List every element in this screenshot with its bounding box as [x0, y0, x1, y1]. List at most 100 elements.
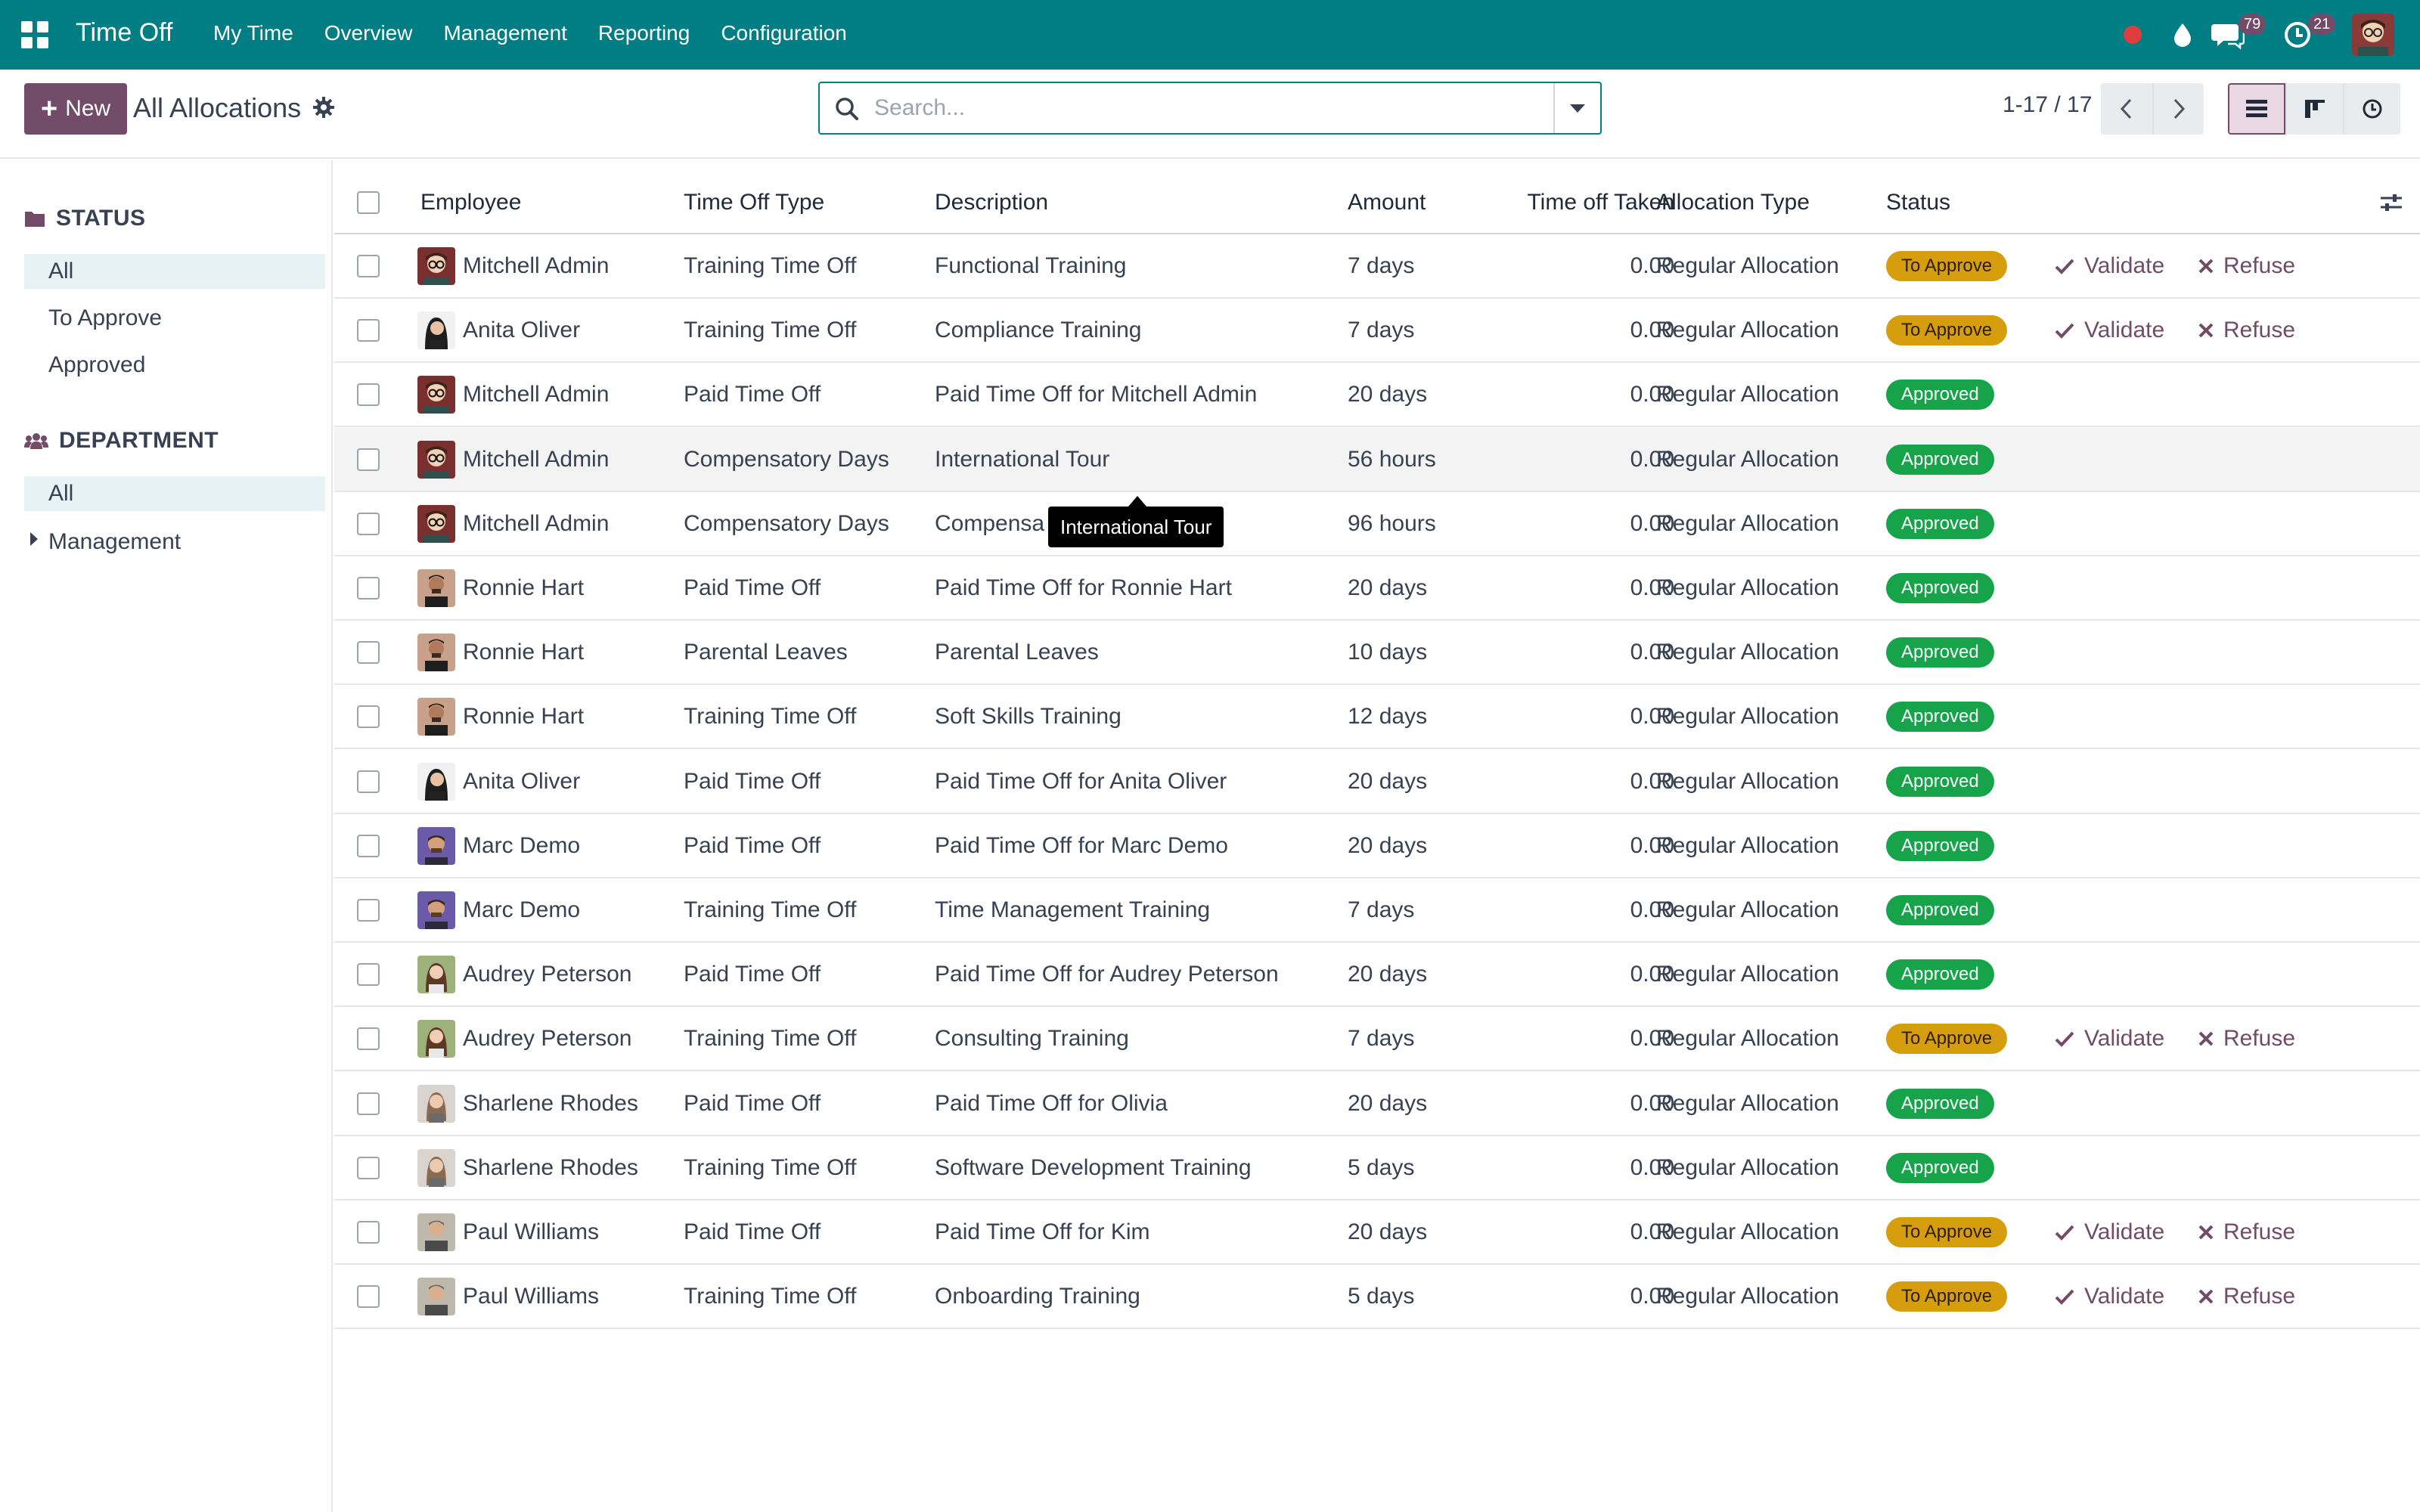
- column-allocation-type[interactable]: Allocation Type: [1656, 171, 1810, 234]
- table-row[interactable]: Audrey Peterson Training Time Off Consulti…: [334, 1007, 2420, 1072]
- employee-name[interactable]: Anita Oliver: [463, 769, 580, 795]
- refuse-button[interactable]: Refuse: [2198, 318, 2295, 343]
- table-row[interactable]: Mitchell Admin Compensatory Days Internati…: [334, 427, 2420, 492]
- optional-columns-icon[interactable]: [2378, 189, 2405, 216]
- menu-configuration[interactable]: Configuration: [721, 21, 847, 45]
- employee-name[interactable]: Paul Williams: [463, 1219, 599, 1245]
- table-row[interactable]: Anita Oliver Training Time Off Compliance …: [334, 299, 2420, 364]
- table-row[interactable]: Sharlene Rhodes Paid Time Off Paid Time Of…: [334, 1072, 2420, 1136]
- refuse-button[interactable]: Refuse: [2198, 1026, 2295, 1052]
- menu-overview[interactable]: Overview: [324, 21, 413, 45]
- status-filter-to-approve[interactable]: To Approve: [24, 301, 325, 336]
- apps-menu-icon[interactable]: [21, 21, 48, 48]
- row-checkbox[interactable]: [357, 1092, 380, 1115]
- gear-icon[interactable]: [312, 95, 336, 119]
- table-row[interactable]: Anita Oliver Paid Time Off Paid Time Off f…: [334, 750, 2420, 814]
- pager-value[interactable]: 1-17 / 17: [2003, 92, 2092, 118]
- row-checkbox[interactable]: [357, 1221, 380, 1244]
- app-brand[interactable]: Time Off: [76, 18, 172, 48]
- row-checkbox[interactable]: [357, 577, 380, 600]
- table-row[interactable]: Marc Demo Training Time Off Time Managemen…: [334, 878, 2420, 943]
- employee-name[interactable]: Ronnie Hart: [463, 640, 584, 665]
- validate-label: Validate: [2084, 1026, 2165, 1052]
- status-badge: Approved: [1886, 830, 1994, 861]
- new-button[interactable]: + New: [24, 83, 128, 135]
- user-avatar[interactable]: [2352, 14, 2394, 56]
- column-description[interactable]: Description: [935, 171, 1048, 234]
- employee-name[interactable]: Mitchell Admin: [463, 253, 609, 279]
- row-checkbox[interactable]: [357, 834, 380, 857]
- search-input[interactable]: [874, 91, 1525, 125]
- table-row[interactable]: Ronnie Hart Paid Time Off Paid Time Off fo…: [334, 556, 2420, 621]
- department-filter-management[interactable]: Management: [24, 525, 325, 559]
- employee-name[interactable]: Marc Demo: [463, 833, 580, 859]
- employee-name[interactable]: Mitchell Admin: [463, 447, 609, 472]
- employee-name[interactable]: Sharlene Rhodes: [463, 1155, 638, 1181]
- refuse-button[interactable]: Refuse: [2198, 1284, 2295, 1309]
- validate-button[interactable]: Validate: [2054, 253, 2164, 279]
- row-checkbox[interactable]: [357, 1156, 380, 1179]
- table-row[interactable]: Mitchell Admin Compensatory Days Compensa 9…: [334, 492, 2420, 556]
- row-checkbox[interactable]: [357, 512, 380, 535]
- employee-name[interactable]: Audrey Peterson: [463, 962, 631, 987]
- table-row[interactable]: Ronnie Hart Parental Leaves Parental Leave…: [334, 621, 2420, 686]
- row-checkbox[interactable]: [357, 641, 380, 665]
- menu-reporting[interactable]: Reporting: [598, 21, 690, 45]
- time-off-taken: 0.00: [1630, 575, 1674, 600]
- table-row[interactable]: Marc Demo Paid Time Off Paid Time Off for …: [334, 814, 2420, 878]
- column-employee[interactable]: Employee: [420, 171, 521, 234]
- row-checkbox[interactable]: [357, 899, 380, 922]
- employee-name[interactable]: Sharlene Rhodes: [463, 1091, 638, 1117]
- row-checkbox[interactable]: [357, 705, 380, 729]
- select-all-checkbox[interactable]: [357, 191, 380, 214]
- kanban-view-button[interactable]: [2285, 83, 2343, 135]
- table-row[interactable]: Audrey Peterson Paid Time Off Paid Time Of…: [334, 943, 2420, 1008]
- employee-name[interactable]: Mitchell Admin: [463, 382, 609, 407]
- refuse-button[interactable]: Refuse: [2198, 253, 2295, 279]
- employee-avatar: [417, 1213, 455, 1251]
- row-checkbox[interactable]: [357, 963, 380, 987]
- row-checkbox[interactable]: [357, 448, 380, 471]
- employee-name[interactable]: Marc Demo: [463, 897, 580, 923]
- table-row[interactable]: Mitchell Admin Training Time Off Functiona…: [334, 234, 2420, 299]
- table-row[interactable]: Sharlene Rhodes Training Time Off Software…: [334, 1136, 2420, 1201]
- row-checkbox[interactable]: [357, 255, 380, 277]
- row-checkbox[interactable]: [357, 1285, 380, 1309]
- list-view-button[interactable]: [2228, 83, 2285, 135]
- validate-button[interactable]: Validate: [2054, 318, 2164, 343]
- validate-button[interactable]: Validate: [2054, 1219, 2164, 1245]
- table-row[interactable]: Ronnie Hart Training Time Off Soft Skills …: [334, 685, 2420, 750]
- menu-management[interactable]: Management: [443, 21, 566, 45]
- status-filter-approved[interactable]: Approved: [24, 348, 325, 383]
- employee-name[interactable]: Ronnie Hart: [463, 575, 584, 601]
- row-checkbox[interactable]: [357, 319, 380, 342]
- recording-dot-icon[interactable]: [2124, 26, 2142, 44]
- column-status[interactable]: Status: [1886, 171, 1950, 234]
- employee-name[interactable]: Anita Oliver: [463, 318, 580, 343]
- column-time-off-taken[interactable]: Time off Taken: [1487, 171, 1674, 234]
- department-filter-all[interactable]: All: [24, 476, 325, 511]
- table-row[interactable]: Paul Williams Paid Time Off Paid Time Off …: [334, 1201, 2420, 1265]
- amount: 5 days: [1348, 1154, 1415, 1180]
- activity-view-button[interactable]: [2343, 83, 2400, 135]
- validate-button[interactable]: Validate: [2054, 1026, 2164, 1052]
- pager-previous-button[interactable]: [2101, 83, 2152, 135]
- table-row[interactable]: Paul Williams Training Time Off Onboarding…: [334, 1265, 2420, 1330]
- column-amount[interactable]: Amount: [1348, 171, 1426, 234]
- employee-name[interactable]: Paul Williams: [463, 1284, 599, 1309]
- row-checkbox[interactable]: [357, 383, 380, 407]
- employee-name[interactable]: Ronnie Hart: [463, 704, 584, 730]
- menu-my-time[interactable]: My Time: [213, 21, 293, 45]
- row-checkbox[interactable]: [357, 770, 380, 793]
- employee-name[interactable]: Mitchell Admin: [463, 511, 609, 537]
- refuse-button[interactable]: Refuse: [2198, 1219, 2295, 1245]
- search-options-toggle[interactable]: [1553, 83, 1600, 133]
- column-time-off-type[interactable]: Time Off Type: [684, 171, 824, 234]
- status-filter-all[interactable]: All: [24, 254, 325, 289]
- employee-name[interactable]: Audrey Peterson: [463, 1026, 631, 1052]
- validate-button[interactable]: Validate: [2054, 1284, 2164, 1309]
- row-checkbox[interactable]: [357, 1027, 380, 1051]
- table-row[interactable]: Mitchell Admin Paid Time Off Paid Time Off…: [334, 363, 2420, 428]
- drop-icon[interactable]: [2167, 20, 2198, 54]
- pager-next-button[interactable]: [2152, 83, 2204, 135]
